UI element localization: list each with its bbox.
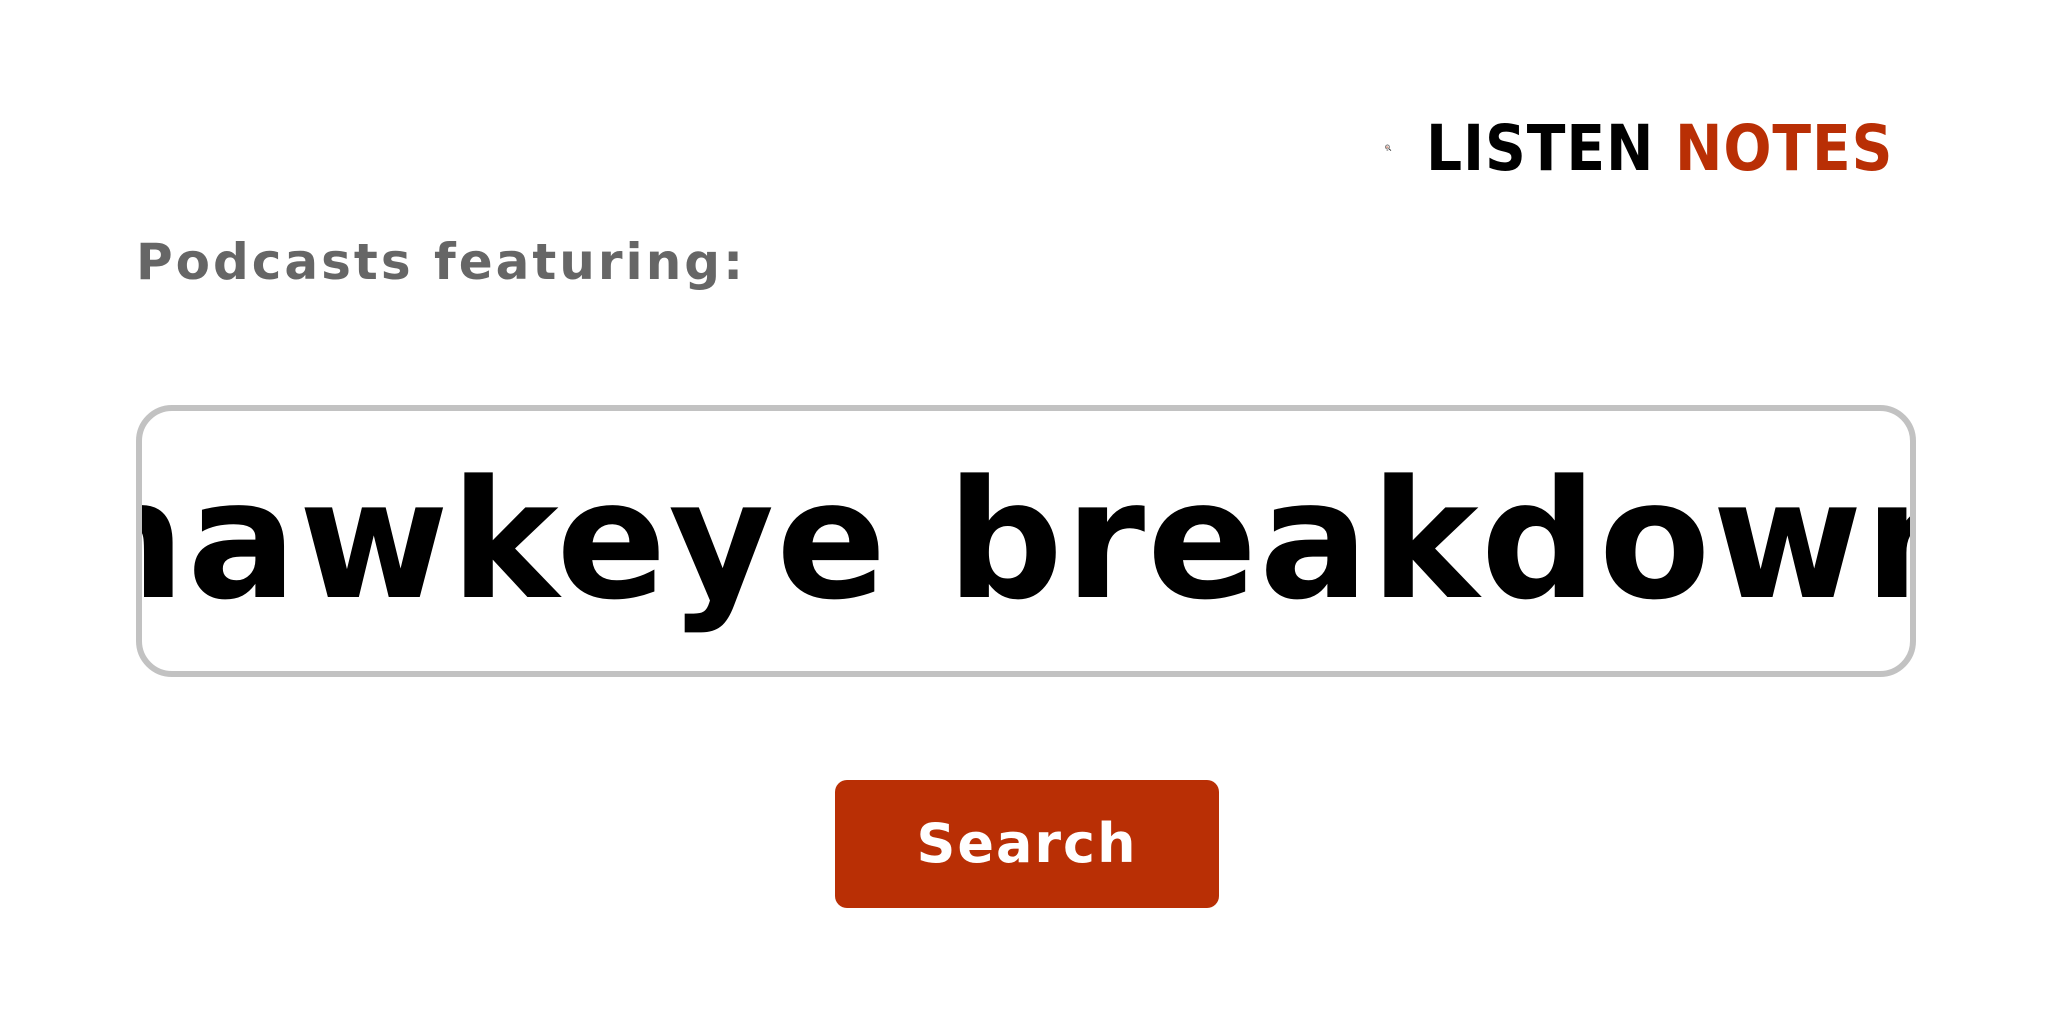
search-button[interactable]: Search: [835, 780, 1219, 908]
podcast-search-icon: [1385, 144, 1392, 151]
listen-notes-logo: LISTEN NOTES: [1385, 104, 1945, 192]
brand-word-notes: NOTES: [1674, 111, 1894, 185]
search-query-text[interactable]: hawkeye breakdown: [142, 459, 1910, 623]
brand-word-listen: LISTEN: [1425, 111, 1655, 185]
search-input[interactable]: hawkeye breakdown: [136, 405, 1916, 677]
search-button-label: Search: [916, 812, 1138, 875]
page-heading: Podcasts featuring:: [136, 233, 747, 291]
brand-wordmark: LISTEN NOTES: [1426, 117, 1893, 180]
